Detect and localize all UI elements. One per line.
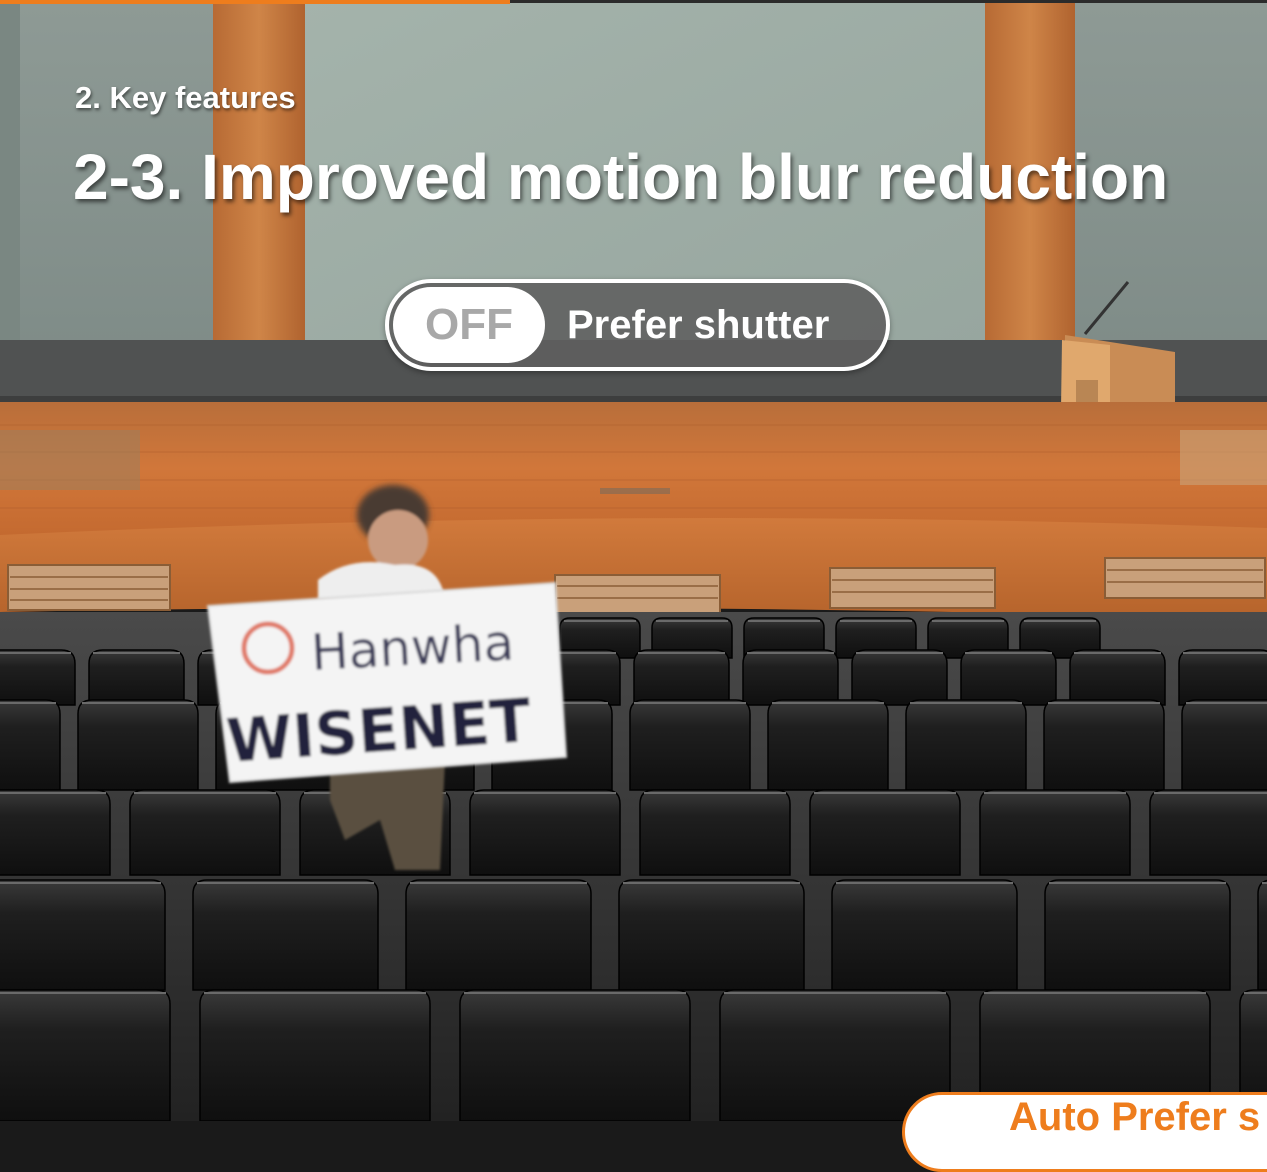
auditorium-seat (742, 649, 839, 706)
section-label: 2. Key features (75, 80, 296, 115)
auditorium-seat (0, 699, 61, 791)
auditorium-seat (88, 649, 185, 706)
hanwha-sign: Hanwha WISENET (206, 581, 568, 784)
top-dark-bar (510, 0, 1267, 3)
toggle-label: Prefer shutter (567, 303, 830, 347)
auditorium-seat (469, 789, 621, 876)
auditorium-seat (199, 989, 431, 1121)
auditorium-seat (1044, 879, 1231, 991)
auditorium-seat (0, 789, 111, 876)
auditorium-seat (633, 649, 730, 706)
prefer-shutter-toggle[interactable]: OFF Prefer shutter (385, 279, 890, 371)
sign-line-1: Hanwha (310, 613, 516, 682)
auditorium-seat (0, 989, 171, 1121)
auditorium-seat (129, 789, 281, 876)
auditorium-seat (1178, 649, 1267, 706)
auditorium-seat (905, 699, 1027, 791)
auditorium-seat (960, 649, 1057, 706)
auditorium-seat (979, 789, 1131, 876)
auditorium-seat (1043, 699, 1165, 791)
top-accent-bar (0, 0, 510, 4)
auditorium-seat (831, 879, 1018, 991)
auditorium-seat (459, 989, 691, 1121)
auditorium-seat (0, 649, 76, 706)
auditorium-seat (1069, 649, 1166, 706)
auditorium-seat (192, 879, 379, 991)
auto-prefer-tab[interactable]: Auto Prefer s (902, 1092, 1267, 1172)
auto-prefer-tab-label: Auto Prefer s (1009, 1095, 1261, 1139)
auditorium-seat (629, 699, 751, 791)
auditorium-seat (618, 879, 805, 991)
auditorium-seat (1149, 789, 1267, 876)
auditorium-seat (767, 699, 889, 791)
auditorium-seat (1257, 879, 1267, 991)
toggle-state-knob[interactable]: OFF (393, 287, 545, 363)
auditorium-seat (1181, 699, 1267, 791)
auditorium-seat (405, 879, 592, 991)
auditorium-seat (809, 789, 961, 876)
auditorium-seat (77, 699, 199, 791)
auditorium-seat (639, 789, 791, 876)
slide-title: 2-3. Improved motion blur reduction (73, 141, 1169, 213)
auditorium-seat (851, 649, 948, 706)
auditorium-seat (0, 879, 166, 991)
